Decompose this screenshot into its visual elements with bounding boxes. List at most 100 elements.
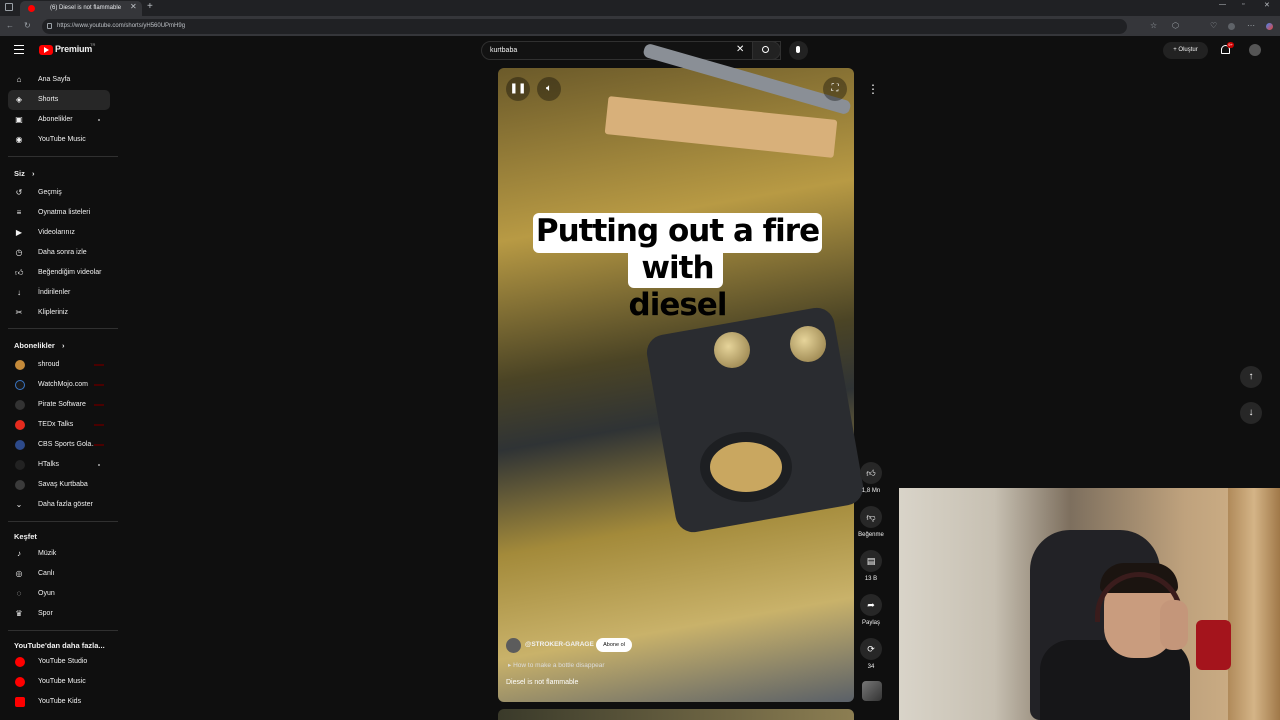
caption-line: diesel <box>628 287 728 323</box>
related-video-link[interactable]: ▸ How to make a bottle disappear <box>508 661 605 669</box>
sidebar-channel-shroud[interactable]: shroud <box>8 355 110 375</box>
next-short-button[interactable]: ↓ <box>1240 402 1262 424</box>
sidebar-item-label: Oyun <box>38 590 55 597</box>
copilot-icon[interactable] <box>1266 23 1273 30</box>
video-scene-hole <box>700 432 792 502</box>
sidebar-divider <box>8 630 118 631</box>
next-short-preview[interactable] <box>498 709 854 720</box>
reload-icon[interactable]: ↻ <box>24 16 31 36</box>
video-title: Diesel is not flammable <box>506 679 579 686</box>
sidebar-channel-pirate-software[interactable]: Pirate Software <box>8 395 110 415</box>
sidebar-item-playlists[interactable]: ≡ Oynatma listeleri <box>8 203 110 223</box>
logo-play-icon <box>44 47 49 53</box>
channel-name[interactable]: @STROKER-GARAGE <box>525 641 594 648</box>
related-label: How to make a bottle disappear <box>513 662 605 669</box>
sidebar-show-more[interactable]: ⌄ Daha fazla göster <box>8 495 110 515</box>
sidebar-item-sports[interactable]: ♛ Spor <box>8 604 110 624</box>
volume-button[interactable]: 🔈︎ <box>537 77 561 101</box>
clips-icon: ✂ <box>15 308 23 317</box>
webcam-curtain <box>1228 488 1280 720</box>
live-indicator <box>94 404 104 406</box>
sidebar-divider <box>8 156 118 157</box>
sound-thumbnail[interactable] <box>862 681 882 701</box>
favorites-icon[interactable]: ♡ <box>1210 16 1217 36</box>
sidebar-item-liked-videos[interactable]: 👍︎ Beğendiğim videolar <box>8 263 110 283</box>
sidebar-item-youtube-music[interactable]: ◉ YouTube Music <box>8 130 110 150</box>
sidebar-item-youtube-kids[interactable]: YouTube Kids <box>8 692 110 712</box>
live-indicator <box>94 424 104 426</box>
sidebar-item-gaming[interactable]: ◌ Oyun <box>8 584 110 604</box>
minimize-icon[interactable]: — <box>1219 1 1226 8</box>
dislike-button[interactable]: 👎︎ <box>860 506 882 528</box>
sidebar-item-clips[interactable]: ✂ Klipleriniz <box>8 303 110 323</box>
sidebar-item-label: Pirate Software <box>38 401 86 408</box>
channel-avatar[interactable] <box>506 638 521 653</box>
history-icon: ↺ <box>15 188 23 197</box>
browser-tab[interactable]: (6) Diesel is not flammable <box>20 1 142 16</box>
share-label: Paylaş <box>861 620 880 626</box>
tab-close-icon[interactable]: ✕ <box>130 2 137 11</box>
channel-avatar <box>15 360 25 370</box>
chevron-down-icon: ⌄ <box>15 500 23 509</box>
remix-button[interactable]: ⟳ <box>860 638 882 660</box>
sidebar-item-shorts[interactable]: ◈ Shorts <box>8 90 110 110</box>
sidebar-item-home[interactable]: ⌂ Ana Sayfa <box>8 70 110 90</box>
account-avatar[interactable] <box>1249 44 1261 56</box>
sidebar-channel-savas-kurtbaba[interactable]: Savaş Kurtbaba <box>8 475 110 495</box>
sidebar-item-label: YouTube Music <box>38 136 86 143</box>
video-caption: Putting out a fire with diesel <box>533 213 822 324</box>
watch-later-icon: ◷ <box>15 248 23 257</box>
new-content-dot <box>98 119 100 121</box>
profile-icon[interactable] <box>1228 23 1235 30</box>
sidebar-subscriptions-heading[interactable]: Abonelikler › <box>14 341 64 350</box>
hamburger-menu-icon[interactable] <box>14 45 24 54</box>
mic-icon <box>796 46 800 53</box>
sidebar-item-music[interactable]: ♪ Müzik <box>8 544 110 564</box>
comments-button[interactable]: ▤ <box>860 550 882 572</box>
sidebar-item-history[interactable]: ↺ Geçmiş <box>8 183 110 203</box>
sidebar-item-label: CBS Sports Gola... <box>38 441 98 448</box>
more-options-icon[interactable]: ⋮ <box>867 82 879 96</box>
sidebar-item-live[interactable]: ◎ Canlı <box>8 564 110 584</box>
url-field[interactable]: https://www.youtube.com/shorts/yH560UPmH… <box>42 19 1127 34</box>
sidebar-item-subscriptions[interactable]: ▣ Abonelikler <box>8 110 110 130</box>
previous-short-button[interactable]: ↑ <box>1240 366 1262 388</box>
extensions-icon[interactable]: ⬡ <box>1172 16 1179 36</box>
clear-search-icon[interactable]: ✕ <box>736 44 744 55</box>
webcam-person-hand <box>1160 600 1188 650</box>
bookmark-star-icon[interactable]: ☆ <box>1150 16 1157 36</box>
channel-avatar <box>15 400 25 410</box>
caption-line: Putting out a fire with <box>535 213 820 286</box>
maximize-icon[interactable]: ▫ <box>1242 1 1244 8</box>
browser-menu-icon[interactable]: ⋯ <box>1247 16 1255 36</box>
sidebar-channel-cbs-sports[interactable]: CBS Sports Gola... <box>8 435 110 455</box>
sidebar-channel-htalks[interactable]: HTalks <box>8 455 110 475</box>
search-button[interactable] <box>752 41 781 60</box>
sidebar-item-label: YouTube Kids <box>38 698 82 705</box>
sidebar-channel-tedx[interactable]: TEDx Talks <box>8 415 110 435</box>
sidebar-you-heading[interactable]: Siz › <box>14 169 34 178</box>
download-icon: ↓ <box>17 288 21 297</box>
tab-list-icon[interactable] <box>5 3 13 11</box>
sidebar-item-label: HTalks <box>38 461 60 468</box>
like-button[interactable]: 👍︎ <box>860 462 882 484</box>
voice-search-button[interactable] <box>789 41 808 60</box>
pause-button[interactable]: ❚❚ <box>506 77 530 101</box>
sidebar-item-youtube-studio[interactable]: YouTube Studio <box>8 652 110 672</box>
sidebar-item-watch-later[interactable]: ◷ Daha sonra izle <box>8 243 110 263</box>
channel-avatar <box>15 440 25 450</box>
fullscreen-button[interactable]: ⛶ <box>823 77 847 101</box>
new-content-dot <box>98 464 100 466</box>
sidebar-item-your-videos[interactable]: ▶ Videolarınız <box>8 223 110 243</box>
new-tab-icon[interactable]: + <box>147 1 153 12</box>
sidebar-item-downloads[interactable]: ↓ İndirilenler <box>8 283 110 303</box>
shorts-icon: ◈ <box>15 95 23 104</box>
sidebar-item-youtube-music-app[interactable]: YouTube Music <box>8 672 110 692</box>
subscribe-button[interactable]: Abone ol <box>596 638 632 652</box>
share-button[interactable]: ➦ <box>860 594 882 616</box>
back-icon[interactable]: ← <box>6 16 14 36</box>
close-window-icon[interactable]: ✕ <box>1264 1 1270 9</box>
sidebar-item-label: TEDx Talks <box>38 421 74 428</box>
sidebar-channel-watchmojo[interactable]: WatchMojo.com <box>8 375 110 395</box>
create-button[interactable]: + Oluştur <box>1163 42 1208 59</box>
